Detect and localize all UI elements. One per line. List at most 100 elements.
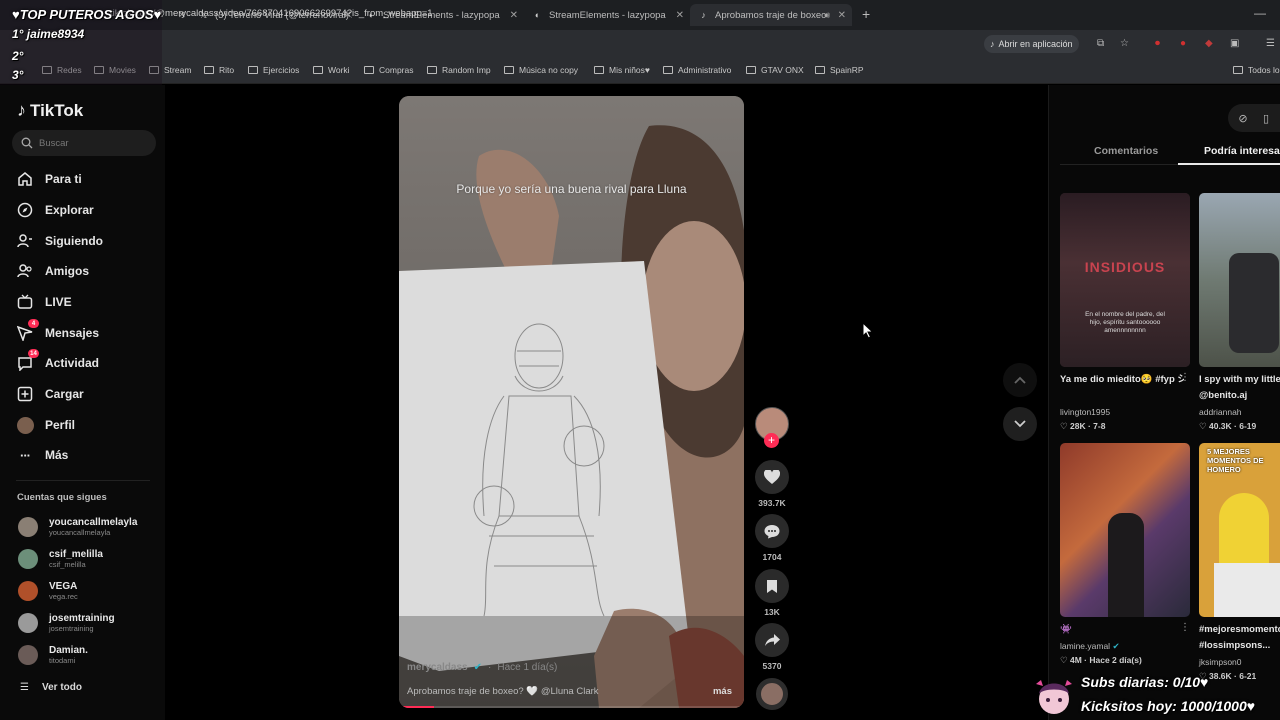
following-account[interactable]: VEGA vega.rec [18,581,78,601]
see-all-button[interactable]: ☰ Ver todo [20,682,82,693]
nav-mensajes[interactable]: 4 Mensajes [16,319,100,343]
bookmark-folder[interactable]: GTAV ONX [746,65,804,75]
bookmark-label: Música no copy [519,65,579,75]
menu-icon[interactable]: ☰ [1266,38,1275,49]
mobile-icon[interactable]: ▯ [1256,108,1276,128]
following-account[interactable]: youcancallmelayla youcancallmelayla [18,517,137,537]
like-button[interactable] [755,460,789,494]
bookmark-folder[interactable]: Mis niños♥ [594,65,650,75]
compass-icon[interactable]: ⊘ [1233,108,1253,128]
nav-label: Cargar [45,387,84,401]
nav-label: Para ti [45,172,82,186]
following-account[interactable]: Damian. titodami [18,645,88,665]
nav-perfil[interactable]: Perfil [16,415,75,435]
audio-playing-icon[interactable]: 🔊︎ [824,10,830,21]
nav-label: Explorar [45,203,94,217]
nav-amigos[interactable]: Amigos [16,261,89,281]
more-options-icon[interactable]: ⋮ [1180,622,1190,633]
save-button[interactable] [755,569,789,603]
nav-mas[interactable]: ··· Más [16,445,68,465]
bookmark-folder[interactable]: SpainRP [815,65,864,75]
sidebar-divider [16,480,150,481]
bookmark-folder[interactable]: Administrativo [663,65,731,75]
new-tab-button[interactable]: + [862,6,870,22]
next-video-button[interactable] [1003,407,1037,441]
bookmark-folder[interactable]: Worki [313,65,350,75]
open-in-app-button[interactable]: ♪ Abrir en aplicación [984,35,1079,53]
more-options-icon[interactable]: ⋮ [1180,372,1190,383]
bookmark-icon [767,579,777,593]
previous-video-button[interactable] [1003,363,1037,397]
translate-icon[interactable]: ⧉ [1097,38,1104,49]
browser-tab[interactable]: ◐ StreamElements - lazypopa ✕ [532,4,684,26]
close-tab-icon[interactable]: ✕ [510,10,518,21]
bookmark-folder[interactable]: Música no copy [504,65,578,75]
thumbnail-video-mention[interactable]: @benito.aj [1199,388,1280,404]
bookmark-star-icon[interactable]: ☆ [1120,38,1129,49]
music-disc-avatar[interactable] [756,678,788,710]
nav-actividad[interactable]: 14 Actividad [16,349,99,373]
tab-comments[interactable]: Comentarios [1094,145,1158,157]
avatar [18,613,38,633]
thumbnail-video-title[interactable]: 👾 [1060,622,1184,638]
thumbnail-author[interactable]: livington1995 [1060,407,1110,417]
nav-live[interactable]: LIVE [16,292,72,312]
account-name: csif_melilla [49,549,103,560]
following-account[interactable]: csif_melilla csif_melilla [18,549,103,569]
nav-cargar[interactable]: Cargar [16,384,84,404]
video-thumbnail[interactable]: INSIDIOUS En el nombre del padre, del hi… [1060,193,1190,367]
close-tab-icon[interactable]: ✕ [676,10,684,21]
nav-explorar[interactable]: Explorar [16,200,94,220]
following-account[interactable]: josemtraining josemtraining [18,613,115,633]
bookmark-folder[interactable]: Ejercicios [248,65,299,75]
list-icon: ☰ [20,682,29,693]
video-thumbnail[interactable] [1060,443,1190,617]
tiktok-logo[interactable]: ♪ TikTok [17,100,83,121]
bookmark-folder[interactable]: Todos los [1233,65,1280,75]
video-thumbnail[interactable]: 5 MEJORES MOMENTOS DE HOMERO [1199,443,1280,617]
thumbnail-author[interactable]: jksimpson0 [1199,657,1242,667]
bookmark-label: Stream [164,65,192,75]
search-box[interactable] [12,130,156,156]
thumbnail-video-hashtag[interactable]: #lossimpsons... [1199,638,1280,654]
account-handle: josemtraining [49,624,94,633]
thumbnail-author[interactable]: lamine.yamal ✔ [1060,641,1120,652]
extension-icon[interactable]: ● [1180,38,1186,49]
minimize-window-icon[interactable]: — [1254,6,1266,20]
video-progress-bar[interactable] [399,706,744,708]
share-count: 5370 [762,661,782,671]
bookmark-label: Ejercicios [263,65,300,75]
author-name[interactable]: merycaldass [407,662,468,673]
thumbnail-video-title[interactable]: I spy with my little [1199,372,1280,388]
bookmark-folder[interactable]: Compras [364,65,413,75]
extension-icon[interactable]: ◆ [1205,38,1213,49]
bookmark-folder[interactable]: Random Imp [427,65,491,75]
browser-tab-active[interactable]: ♪ Aprobamos traje de boxeo 🔊︎ ✕ [690,4,852,26]
thumbnail-video-title[interactable]: #mejoresmomentos [1199,622,1280,638]
stats-label: 38.6K · 6-21 [1208,671,1257,681]
comment-icon [764,524,780,538]
search-input[interactable] [39,137,139,149]
bookmark-folder[interactable]: Rito [204,65,234,75]
nav-label: Perfil [45,418,76,432]
upload-icon [16,385,34,403]
nav-para-ti[interactable]: Para ti [16,169,82,189]
share-button[interactable] [755,623,789,657]
bookmark-label: Mis niños♥ [609,65,650,75]
nav-siguiendo[interactable]: Siguiendo [16,231,103,251]
comment-button[interactable] [755,514,789,548]
nav-label: Mensajes [45,326,100,340]
tab-title: Aprobamos traje de boxeo [715,9,827,21]
video-player[interactable]: Porque yo sería una buena rival para Llu… [399,96,744,708]
comment-count: 1704 [762,552,782,562]
close-tab-icon[interactable]: ✕ [838,10,846,21]
follow-plus-icon[interactable]: + [764,433,779,448]
video-thumbnail[interactable] [1199,193,1280,367]
extensions-puzzle-icon[interactable]: ▣ [1230,38,1239,49]
extension-icon[interactable]: ⏺ [1155,38,1160,49]
thumbnail-author[interactable]: addriannah [1199,407,1242,417]
tab-might-interest[interactable]: Podría interesarte [1204,145,1280,157]
video-description: Aprobamos traje de boxeo? 🤍 @Lluna Clark [407,686,599,697]
thumbnail-video-title[interactable]: Ya me dio miedito🥺 #fyp シviral... [1060,372,1184,388]
more-button[interactable]: más [713,686,732,697]
